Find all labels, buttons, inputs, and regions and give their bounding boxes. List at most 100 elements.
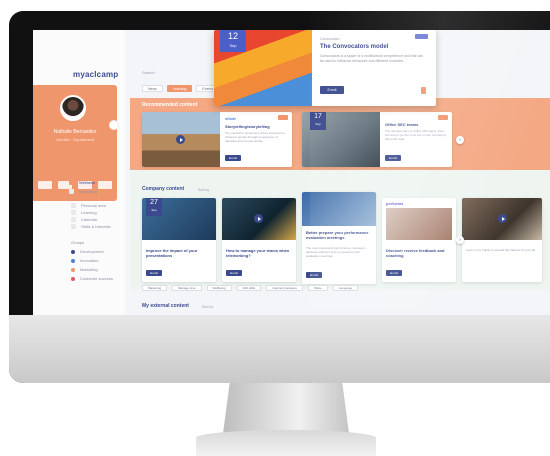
profile-name: Nathalie Bernardez	[53, 129, 97, 135]
content-card[interactable]: perfurbis Discover receive feedback and …	[382, 198, 456, 282]
section-title: Recommended content	[142, 102, 198, 108]
profile-subtitle: Job title · Department	[55, 137, 95, 142]
sidebar-item-label: Mentoring	[79, 189, 97, 194]
event-day: 12	[227, 31, 238, 41]
event-month: Sep	[229, 43, 237, 48]
content-card[interactable]: Better prepare your performance evaluati…	[302, 192, 376, 284]
avatar[interactable]	[60, 95, 86, 121]
enroll-button[interactable]: Enroll	[306, 272, 322, 278]
event-month: Sep	[315, 122, 321, 126]
type-filter-chip[interactable]: Internal processes	[266, 285, 303, 291]
group-item[interactable]: Innovation	[71, 256, 113, 265]
sidebar-subitem[interactable]: Learning	[71, 209, 111, 216]
sidebar-item-wellness[interactable]: Wellness	[69, 178, 97, 187]
content-card[interactable]: How to manage your teams when teleworkin…	[222, 198, 296, 282]
card-description: The ultimate place to Office 365 teams. …	[385, 129, 447, 141]
sidebar-subitem-label: Calendar	[81, 217, 98, 222]
card-title: Learn more habits to expand the balance …	[466, 248, 536, 252]
sidebar-subitem[interactable]: Skills & Interests	[71, 223, 111, 230]
group-label: Customer success	[80, 276, 113, 281]
event-date-badge: 27 Sep	[146, 198, 162, 216]
card-title: Improve the impact of your presentations	[146, 248, 198, 258]
sidebar: myaclcamp Nathalie Bernardez Job title ·…	[33, 30, 125, 315]
sidebar-groups: Groups Development Innovation Marketing …	[71, 238, 113, 283]
type-filter-chip[interactable]: Soft skills	[236, 285, 262, 291]
monitor-chin	[9, 315, 550, 383]
group-item[interactable]: Marketing	[71, 265, 113, 274]
search-input[interactable]: Search	[142, 70, 155, 75]
type-filters: Marketing Manage time Wellbeing Soft ski…	[142, 285, 359, 291]
type-filter-chip[interactable]: Language	[332, 285, 359, 291]
stat-badge[interactable]	[98, 181, 112, 189]
group-label: Innovation	[80, 258, 99, 263]
card-title: How to manage your teams when teleworkin…	[226, 248, 290, 258]
groups-heading: Groups	[71, 238, 113, 247]
app-logo[interactable]: myaclcamp	[73, 70, 118, 79]
content-card[interactable]: 27 Sep Improve the impact of your presen…	[142, 198, 216, 282]
filter-chip[interactable]: Learning	[166, 85, 193, 92]
card-title: Discover receive feedback and coaching	[386, 248, 445, 258]
bullet-icon	[71, 203, 76, 208]
stat-badge[interactable]	[38, 181, 52, 189]
content-card[interactable]: 17 Sep Office SEC teams The ultimate pla…	[302, 112, 452, 167]
card-description: Put yourself in someone's shoes and lear…	[225, 131, 285, 143]
sidebar-subitem[interactable]: Personal area	[71, 202, 111, 209]
group-icon	[71, 249, 75, 254]
sidebar-subitem-label: Personal area	[81, 203, 106, 208]
enroll-button[interactable]: Enroll	[385, 155, 401, 161]
event-month: Sep	[151, 208, 157, 212]
sidebar-subitem[interactable]: Calendar	[71, 216, 111, 223]
content-card[interactable]: Learn more habits to expand the balance …	[462, 198, 542, 282]
sort-dropdown[interactable]: Sort by	[202, 305, 213, 309]
card-tag	[438, 115, 448, 120]
card-description: The most successful performance managers…	[306, 246, 366, 258]
filter-chip[interactable]: News	[142, 85, 163, 92]
next-arrow-icon[interactable]: ›	[456, 236, 464, 244]
event-description: Convocators is a space of a multicultura…	[320, 54, 424, 63]
type-filter-chip[interactable]: Manage time	[172, 285, 202, 291]
bullet-icon	[71, 217, 76, 222]
type-filter-chip[interactable]: Share	[307, 285, 328, 291]
section-title: My external content	[142, 303, 189, 309]
play-icon[interactable]	[498, 214, 507, 223]
group-item[interactable]: Development	[71, 247, 113, 256]
featured-event-card[interactable]: 12 Sep Convocation The Convocators model…	[214, 30, 436, 106]
card-title: Office SEC teams	[385, 122, 419, 127]
sidebar-item-label: Wellness	[79, 180, 96, 185]
group-icon	[71, 276, 75, 281]
card-brand: elliott	[225, 116, 236, 121]
type-filter-chip[interactable]: Wellbeing	[206, 285, 232, 291]
event-date-badge: 12 Sep	[220, 30, 246, 52]
section-title: Company content	[142, 186, 185, 192]
type-filter-chip[interactable]: Marketing	[142, 285, 168, 291]
bookmark-icon[interactable]	[421, 87, 426, 94]
event-title: The Convocators model	[320, 44, 389, 50]
collapse-sidebar-icon[interactable]	[109, 120, 119, 130]
card-title: Storytelling/storytelling	[225, 124, 270, 129]
sidebar-menu: Wellness Mentoring	[69, 178, 97, 196]
enroll-button[interactable]: Enroll	[226, 270, 242, 276]
play-icon[interactable]	[254, 214, 263, 223]
card-image	[386, 208, 452, 240]
event-day: 17	[314, 113, 322, 120]
mentoring-icon	[69, 189, 74, 194]
group-label: Development	[80, 249, 104, 254]
sidebar-item-mentoring[interactable]: Mentoring	[69, 187, 97, 196]
enroll-button[interactable]: Enroll	[225, 155, 241, 161]
company-section: Company content Sort by 27 Sep Improve t…	[130, 170, 550, 290]
sort-dropdown[interactable]: Sort by	[198, 188, 209, 192]
recommended-section: Recommended content elliott Storytelling…	[130, 98, 550, 170]
enroll-button[interactable]: Enroll	[320, 86, 344, 94]
content-card[interactable]: elliott Storytelling/storytelling Put yo…	[142, 112, 292, 167]
group-item[interactable]: Customer success	[71, 274, 113, 283]
next-arrow-icon[interactable]: ›	[456, 136, 464, 144]
play-icon[interactable]	[176, 135, 185, 144]
sidebar-subitem-label: Learning	[81, 210, 97, 215]
status-badge	[415, 34, 428, 39]
enroll-button[interactable]: Enroll	[386, 270, 402, 276]
card-image	[302, 192, 376, 226]
sidebar-subitem-label: Skills & Interests	[81, 224, 111, 229]
sidebar-submenu: Personal area Learning Calendar Skills &…	[71, 202, 111, 230]
enroll-button[interactable]: Enroll	[146, 270, 162, 276]
card-brand: perfurbis	[386, 201, 404, 206]
